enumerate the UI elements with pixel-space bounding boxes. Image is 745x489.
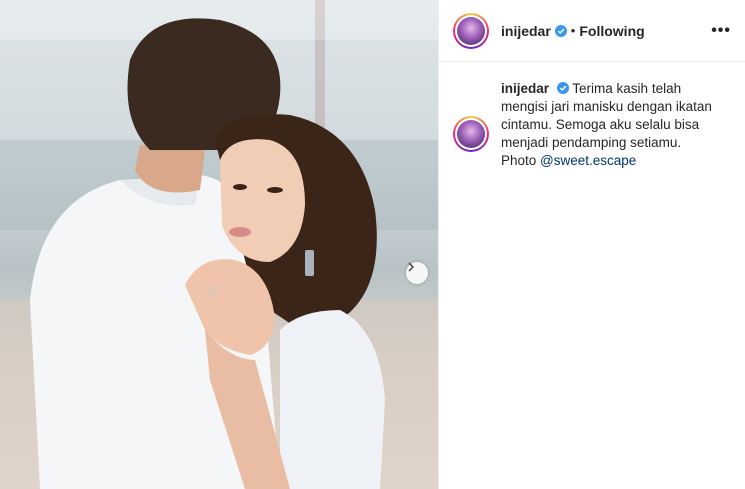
- separator-dot: •: [570, 23, 576, 38]
- post-photo[interactable]: [0, 0, 438, 489]
- next-photo-button[interactable]: [406, 262, 428, 284]
- caption-username[interactable]: inijedar: [501, 81, 549, 96]
- following-button[interactable]: Following: [579, 23, 644, 39]
- post-header: inijedar • Following •••: [439, 0, 745, 62]
- caption-avatar[interactable]: [453, 116, 489, 152]
- instagram-post: inijedar • Following ••• inijedar Terima…: [0, 0, 745, 489]
- verified-badge-icon: [556, 82, 569, 94]
- chevron-right-icon: [408, 262, 415, 272]
- verified-badge-icon: [554, 24, 567, 37]
- caption-credit: Photo: [501, 153, 537, 168]
- caption: inijedar Terima kasih telah mengisi jari…: [439, 62, 745, 188]
- avatar[interactable]: [453, 12, 489, 49]
- caption-mention-link[interactable]: @sweet.escape: [540, 153, 636, 168]
- caption-text: inijedar Terima kasih telah mengisi jari…: [501, 80, 731, 170]
- couple-photo-illustration: [0, 0, 438, 489]
- more-options-icon[interactable]: •••: [711, 22, 731, 40]
- post-sidebar: inijedar • Following ••• inijedar Terima…: [438, 0, 745, 489]
- header-username[interactable]: inijedar: [501, 23, 551, 39]
